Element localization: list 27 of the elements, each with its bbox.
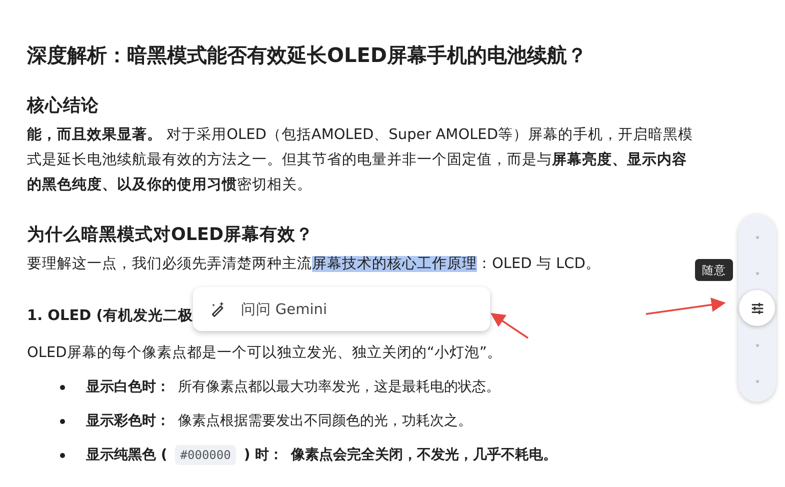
slider-track[interactable] (738, 214, 776, 402)
bullet-label: ) 时： (244, 446, 284, 465)
sliders-icon (750, 300, 764, 316)
bullet-text: 像素点根据需要发出不同颜色的光，功耗次之。 (178, 412, 472, 431)
paragraph: OLED屏幕的每个像素点都是一个可以独立发光、独立关闭的“小灯泡”。 (27, 344, 503, 363)
bullet-icon (60, 452, 65, 458)
paragraph-text: 能，而且效果显著。 对于采用OLED（包括AMOLED、Super AMOLED等）屏幕的手机，开启暗黑模式是延长电池续航最有效的方法之一。但其节省的电量并非一个固定值，而是与屏幕亮度、显示内容的黑色纯度、以及你的使用习惯密切相关。 (27, 127, 694, 193)
ask-popup[interactable]: 问问 Gemini (192, 287, 490, 331)
bullet-label: 显示白色时： (86, 378, 170, 397)
bullet-text: 所有像素点都以最大功率发光，这是最耗电的状态。 (178, 378, 500, 397)
annotation-arrow (490, 313, 528, 339)
paragraph-text: 要理解这一点，我们必须先弄清楚两种主流 (27, 256, 312, 272)
ask-gemini-label[interactable]: 问问 Gemini (240, 300, 327, 318)
paragraph-text: ：OLED 与 LCD。 (477, 256, 600, 272)
inline-code: #000000 (175, 445, 236, 465)
section-heading: 核心结论 (27, 94, 100, 118)
article-title: 深度解析：暗黑模式能否有效延长OLED屏幕手机的电池续航？ (27, 42, 588, 69)
subheading: 1. OLED (有机发光二极 (27, 306, 193, 326)
bullet-icon (60, 384, 65, 390)
bullet-label: 显示彩色时： (86, 412, 170, 431)
bullet-label: 显示纯黑色 ( (86, 446, 168, 465)
section-heading: 为什么暗黑模式对OLED屏幕有效？ (27, 224, 315, 247)
selected-text: 屏幕技术的核心工作原理 (312, 256, 477, 272)
bullet-icon (60, 418, 65, 424)
tooltip: 随意 (695, 259, 733, 281)
slider-handle[interactable] (739, 290, 775, 326)
bullet-label: 像素点会完全关闭，不发光，几乎不耗电。 (291, 446, 558, 465)
